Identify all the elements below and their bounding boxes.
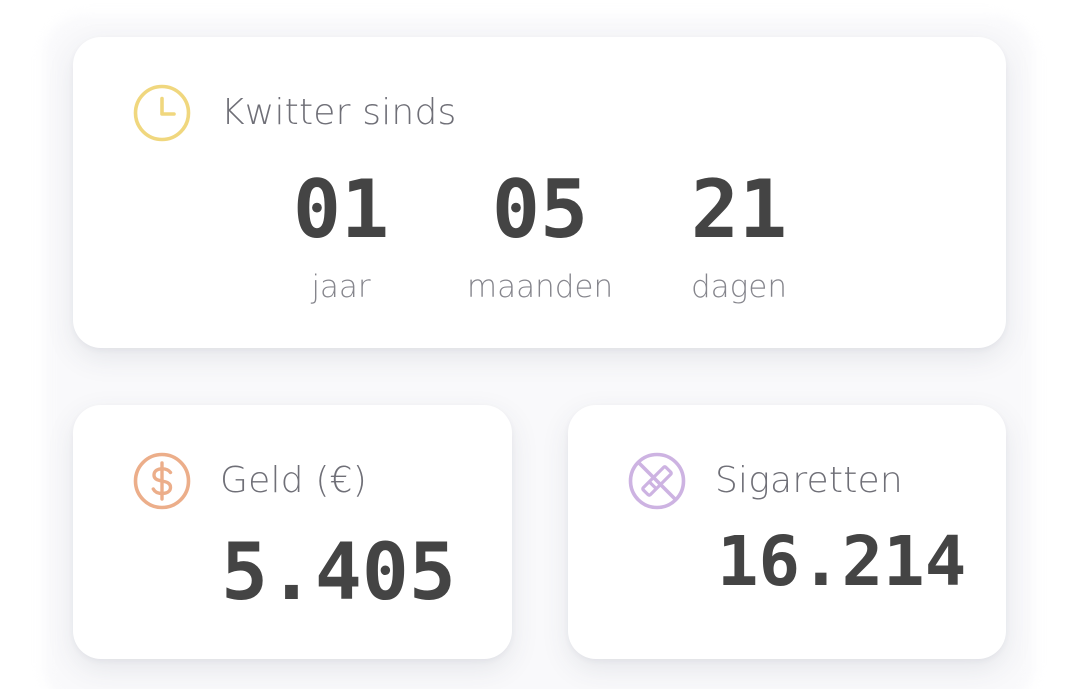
cigarettes-value: 16.214 bbox=[717, 522, 967, 602]
cigarettes-title: Sigaretten bbox=[715, 460, 903, 501]
page: Kwitter sinds 01 jaar 05 maanden 21 dage… bbox=[0, 0, 1079, 689]
months-value: 05 bbox=[491, 163, 589, 256]
months-label: maanden bbox=[466, 269, 614, 305]
clock-icon bbox=[132, 83, 192, 143]
money-title: Geld (€) bbox=[220, 460, 367, 501]
cigarettes-card[interactable]: Sigaretten 16.214 bbox=[568, 405, 1006, 659]
money-saved-card[interactable]: Geld (€) 5.405 bbox=[73, 405, 512, 659]
months-counter: 05 maanden bbox=[450, 163, 630, 306]
days-counter: 21 dagen bbox=[649, 163, 829, 306]
quit-since-title: Kwitter sinds bbox=[221, 92, 457, 133]
dollar-icon bbox=[132, 451, 192, 511]
years-value: 01 bbox=[292, 163, 390, 256]
days-value: 21 bbox=[690, 163, 788, 256]
money-value: 5.405 bbox=[221, 528, 456, 618]
quit-since-card[interactable]: Kwitter sinds 01 jaar 05 maanden 21 dage… bbox=[73, 37, 1006, 348]
years-counter: 01 jaar bbox=[251, 163, 431, 306]
no-smoking-icon bbox=[627, 451, 687, 511]
years-label: jaar bbox=[311, 269, 371, 305]
days-label: dagen bbox=[691, 269, 787, 305]
